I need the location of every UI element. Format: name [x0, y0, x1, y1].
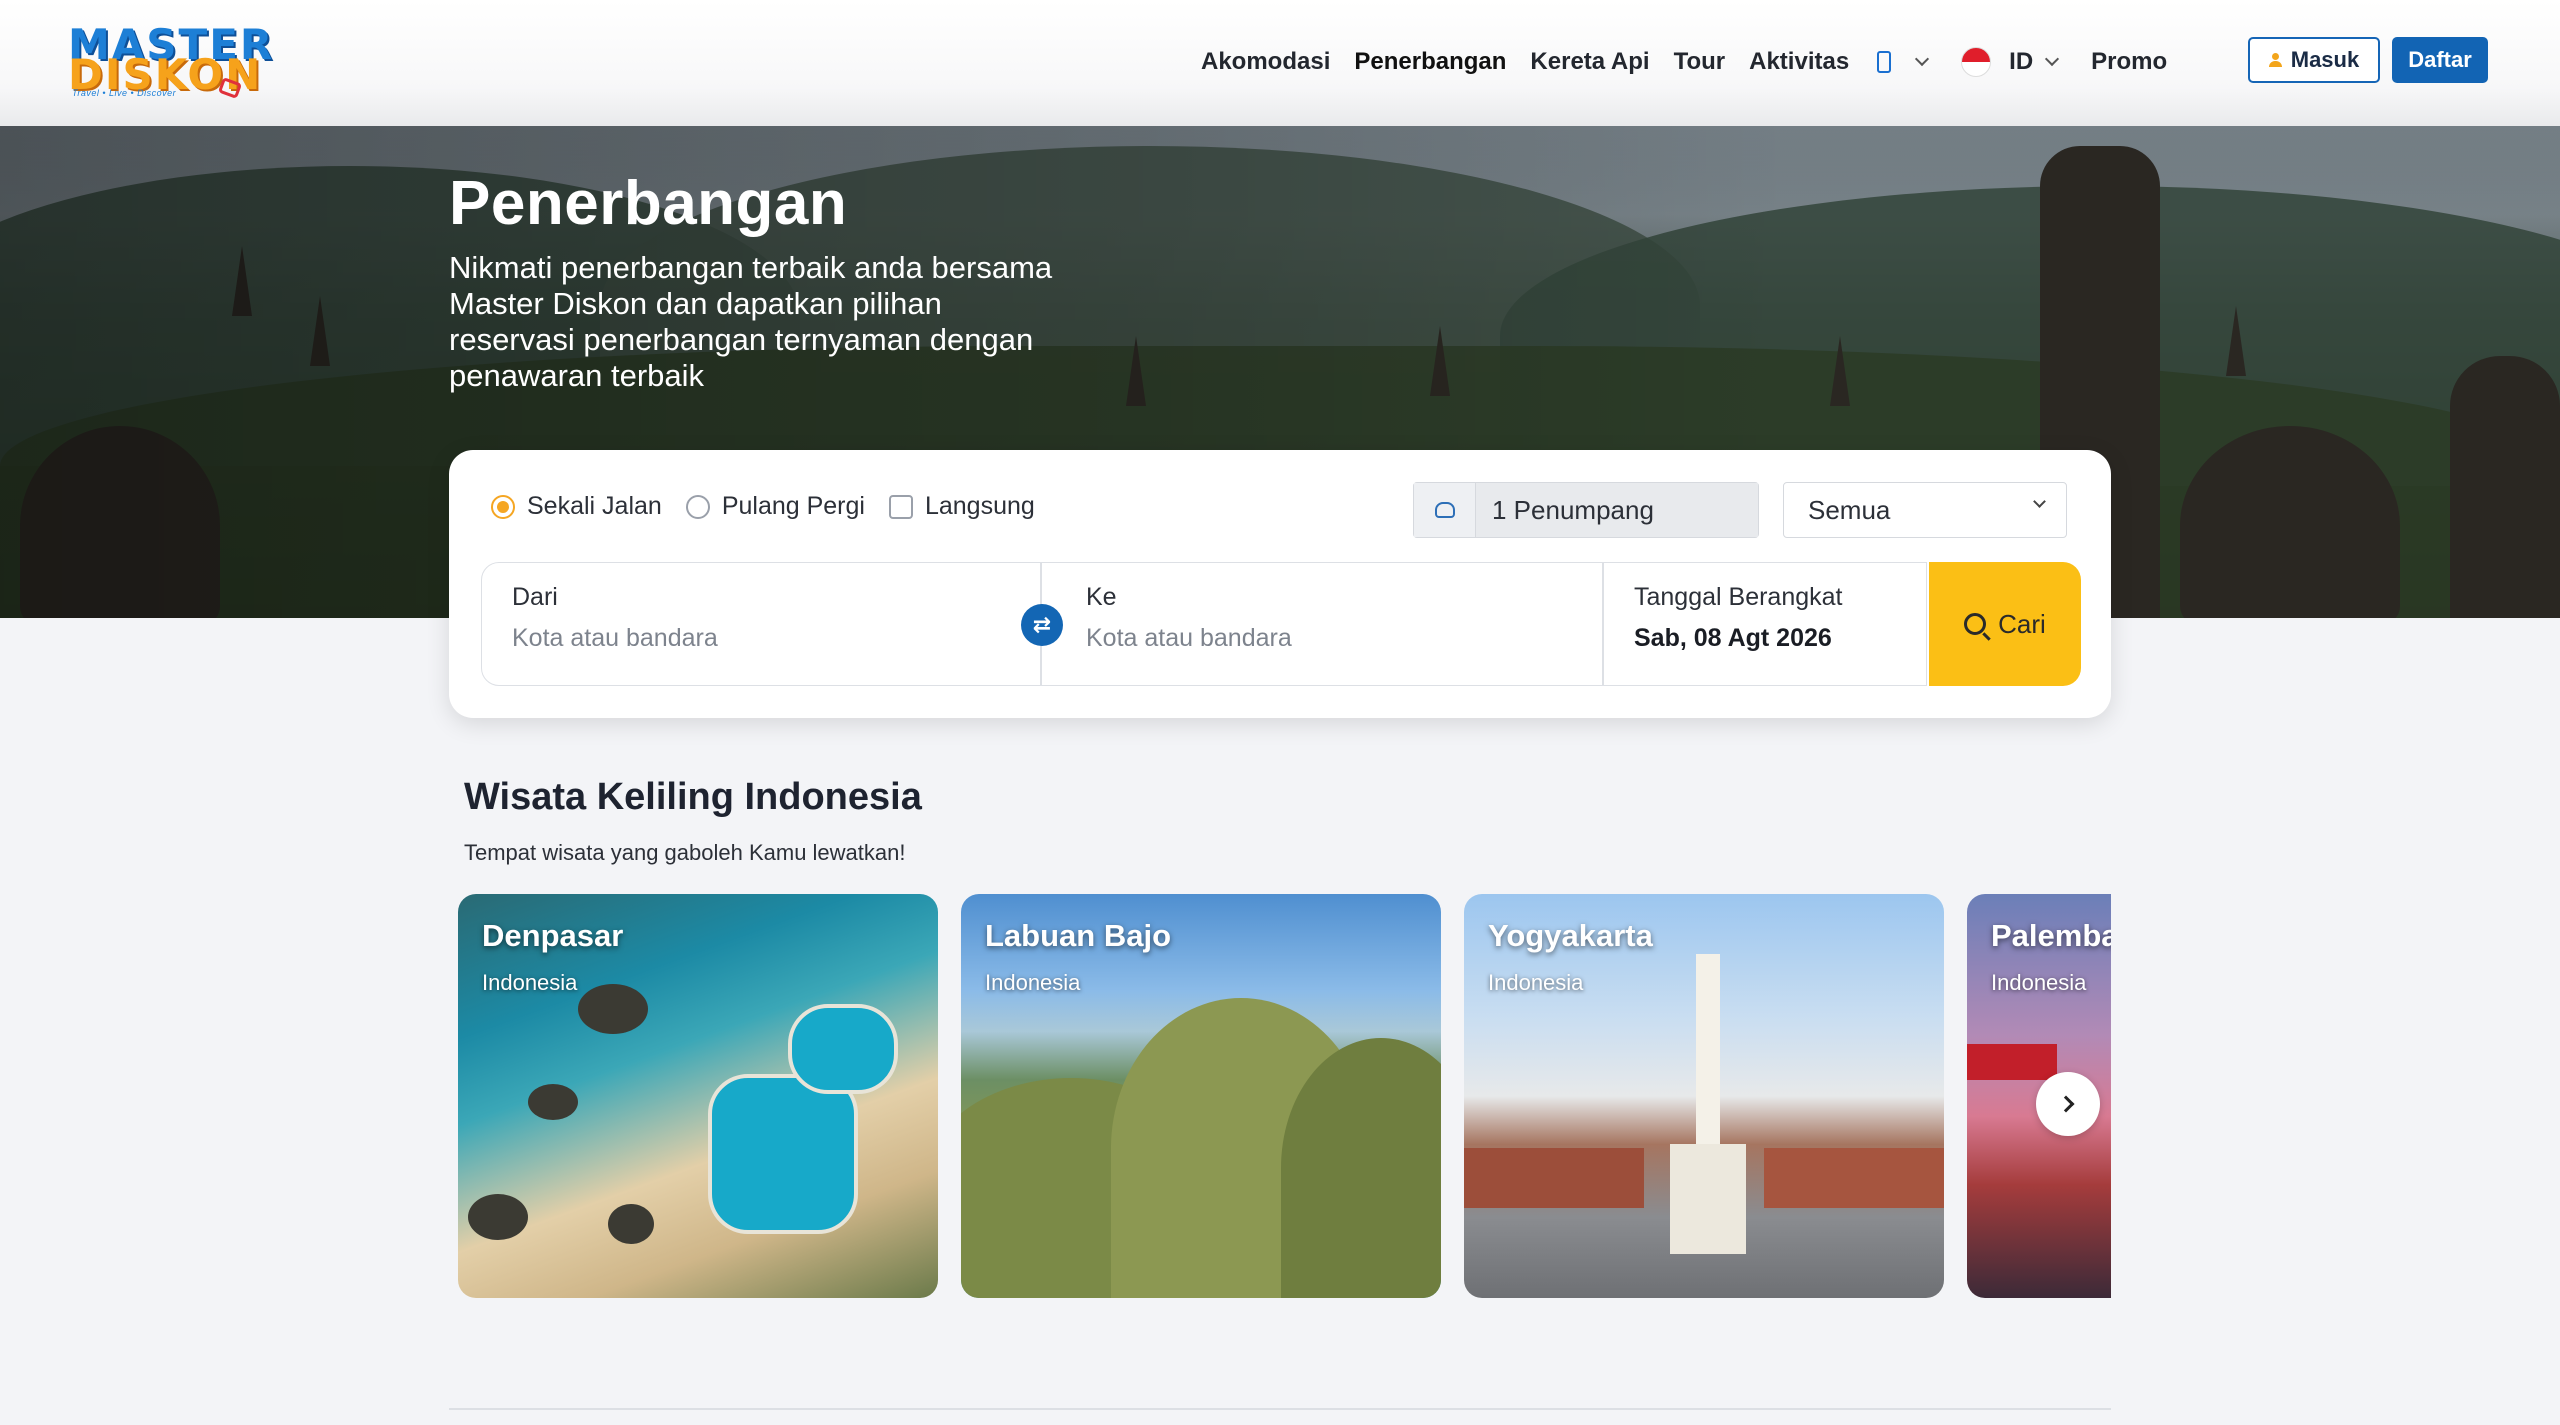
section-title: Wisata Keliling Indonesia	[464, 776, 922, 818]
card-image-detail	[468, 1194, 528, 1240]
direct-flight-checkbox[interactable]	[888, 494, 913, 519]
card-image-detail	[528, 1084, 578, 1120]
nav-penerbangan[interactable]: Penerbangan	[1354, 48, 1506, 76]
destination-name: Palembang	[1991, 918, 2111, 953]
trip-round-trip[interactable]: Pulang Pergi	[685, 492, 865, 521]
passenger-count: 1 Penumpang	[1476, 483, 1758, 537]
destination-country: Indonesia	[1488, 970, 1584, 995]
chevron-down-icon[interactable]	[1915, 51, 1930, 67]
radio-one-way[interactable]	[491, 494, 515, 519]
origin-field[interactable]: Dari Kota atau bandara	[481, 562, 1041, 686]
card-image-detail	[1967, 1044, 2057, 1080]
destination-card-denpasar[interactable]: Denpasar Indonesia	[458, 894, 938, 1298]
departure-date-field[interactable]: Tanggal Berangkat Sab, 08 Agt 2026	[1603, 562, 1927, 686]
chevron-right-icon	[2057, 1095, 2075, 1113]
card-image-detail	[578, 984, 648, 1034]
trip-one-way[interactable]: Sekali Jalan	[491, 492, 662, 521]
departure-date-value: Sab, 08 Agt 2026	[1634, 624, 1832, 652]
destination-name: Denpasar	[482, 918, 624, 953]
destination-carousel: Denpasar Indonesia Labuan Bajo Indonesia…	[458, 894, 2111, 1298]
page-title: Penerbangan	[449, 169, 848, 238]
direct-flight-option[interactable]: Langsung	[888, 492, 1035, 521]
chevron-down-icon[interactable]	[2045, 51, 2060, 67]
nav-kereta-api[interactable]: Kereta Api	[1530, 48, 1649, 76]
language-selector[interactable]: ID	[2009, 48, 2033, 76]
nav-tour[interactable]: Tour	[1674, 48, 1726, 76]
section-subtitle: Tempat wisata yang gaboleh Kamu lewatkan…	[464, 840, 906, 865]
search-icon	[1964, 613, 1987, 635]
section-divider	[449, 1408, 2111, 1410]
passenger-icon	[1414, 483, 1476, 537]
swap-icon[interactable]: ⇄	[1021, 604, 1063, 646]
card-image-detail	[708, 1074, 858, 1234]
search-button-label: Cari	[1998, 608, 2046, 639]
register-button[interactable]: Daftar	[2392, 37, 2488, 83]
destination-field[interactable]: Ke Kota atau bandara	[1041, 562, 1603, 686]
card-image-detail	[1464, 1148, 1644, 1208]
nav-promo[interactable]: Promo	[2091, 48, 2167, 76]
destination-country: Indonesia	[1991, 970, 2087, 995]
hero-subtitle: Nikmati penerbangan terbaik anda bersama…	[449, 250, 1053, 393]
card-image-detail	[1670, 954, 1746, 1254]
destination-card-yogyakarta[interactable]: Yogyakarta Indonesia	[1464, 894, 1944, 1298]
user-icon	[2268, 53, 2282, 67]
phone-icon[interactable]	[1877, 51, 1892, 73]
direct-flight-label: Langsung	[924, 492, 1035, 520]
login-button[interactable]: Masuk	[2248, 37, 2380, 83]
carousel-next-button[interactable]	[2036, 1072, 2100, 1136]
card-image-detail	[1764, 1148, 1944, 1208]
trip-one-way-label: Sekali Jalan	[527, 492, 662, 520]
search-fields: Dari Kota atau bandara ⇄ Ke Kota atau ba…	[481, 562, 2081, 686]
cabin-class-value: Semua	[1808, 494, 1891, 525]
logo-tagline: Travel • Live • Discover	[72, 88, 177, 98]
destination-country: Indonesia	[985, 970, 1081, 995]
flight-search-form: Sekali Jalan Pulang Pergi Langsung 1 Pen…	[449, 450, 2111, 718]
destination-card-labuan-bajo[interactable]: Labuan Bajo Indonesia	[961, 894, 1441, 1298]
destination-input[interactable]: Kota atau bandara	[1086, 624, 1572, 653]
destination-name: Labuan Bajo	[985, 918, 1172, 953]
navbar: MASTER DISKON Travel • Live • Discover A…	[0, 0, 2560, 126]
departure-date-label: Tanggal Berangkat	[1634, 583, 1843, 611]
origin-input[interactable]: Kota atau bandara	[512, 624, 1010, 653]
destination-country: Indonesia	[482, 970, 578, 995]
cabin-class-select[interactable]: Semua	[1783, 482, 2067, 538]
radio-round-trip[interactable]	[685, 494, 710, 519]
login-label: Masuk	[2290, 47, 2360, 72]
nav-akomodasi[interactable]: Akomodasi	[1201, 48, 1330, 76]
destination-name: Yogyakarta	[1488, 918, 1653, 953]
chevron-down-icon	[2033, 495, 2046, 508]
origin-label: Dari	[512, 583, 558, 611]
passenger-selector[interactable]: 1 Penumpang	[1413, 482, 1759, 538]
nav-aktivitas[interactable]: Aktivitas	[1749, 48, 1849, 76]
card-image-detail	[788, 1004, 898, 1094]
brand-logo[interactable]: MASTER DISKON Travel • Live • Discover	[68, 24, 272, 106]
search-button[interactable]: Cari	[1929, 562, 2081, 686]
destination-label: Ke	[1086, 583, 1117, 611]
flag-icon[interactable]	[1961, 47, 1992, 77]
trip-type-options: Sekali Jalan Pulang Pergi Langsung	[491, 492, 1059, 521]
card-image-detail	[608, 1204, 654, 1244]
main-nav: Akomodasi Penerbangan Kereta Api Tour Ak…	[1201, 44, 2191, 80]
trip-round-trip-label: Pulang Pergi	[721, 492, 865, 520]
